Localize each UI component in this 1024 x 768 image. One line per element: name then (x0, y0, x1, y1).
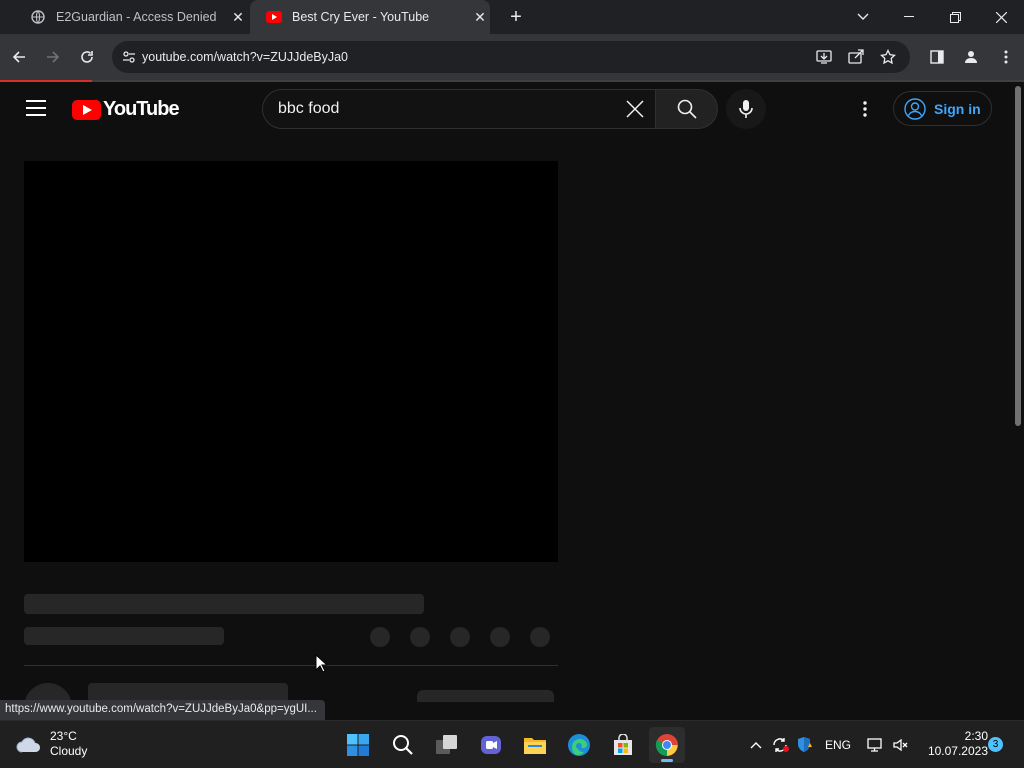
system-clock[interactable]: 2:30 10.07.2023 (916, 729, 988, 759)
clear-search-icon[interactable] (615, 89, 655, 129)
action-placeholder (490, 627, 510, 647)
tab-close-icon[interactable]: ✕ (470, 7, 490, 27)
chrome-icon (655, 734, 678, 756)
channel-placeholder (24, 627, 224, 645)
cloud-icon (16, 737, 41, 753)
store-icon (614, 734, 632, 755)
close-window-button[interactable] (978, 0, 1024, 34)
search-input[interactable]: bbc food (262, 89, 656, 129)
youtube-icon (266, 9, 282, 25)
url-text: youtube.com/watch?v=ZUJJdeByJa0 (142, 50, 349, 64)
sign-in-button[interactable]: Sign in (893, 91, 992, 126)
link-status-bubble: https://www.youtube.com/watch?v=ZUJJdeBy… (0, 700, 325, 720)
search-query: bbc food (278, 100, 340, 117)
windows-logo-icon (347, 734, 369, 756)
tab-strip: E2Guardian - Access Denied ✕ Best Cry Ev… (0, 0, 1024, 34)
address-bar[interactable]: youtube.com/watch?v=ZUJJdeByJa0 (112, 41, 910, 73)
sign-in-label: Sign in (934, 100, 981, 117)
search-button[interactable] (656, 89, 718, 129)
action-placeholder (530, 627, 550, 647)
globe-icon (30, 9, 46, 25)
youtube-page: YouTube bbc food Sign in (0, 82, 1012, 702)
edge-button[interactable] (561, 727, 597, 763)
install-app-icon[interactable] (810, 43, 838, 71)
security-shield-icon[interactable] (794, 731, 816, 759)
action-placeholder (450, 627, 470, 647)
edge-icon (568, 734, 590, 756)
side-panel-icon[interactable] (923, 43, 951, 71)
task-view-button[interactable] (429, 727, 465, 763)
youtube-logo[interactable]: YouTube (72, 98, 180, 121)
file-explorer-button[interactable] (517, 727, 553, 763)
tab-youtube[interactable]: Best Cry Ever - YouTube ✕ (250, 0, 490, 34)
scrollbar-thumb[interactable] (1015, 86, 1021, 426)
chrome-button[interactable] (649, 727, 685, 763)
account-icon (904, 97, 926, 120)
chat-icon (481, 736, 501, 754)
search-icon (677, 99, 697, 119)
youtube-play-icon (72, 99, 101, 120)
action-placeholder (410, 627, 430, 647)
restore-button[interactable] (932, 0, 978, 34)
weather-description: Cloudy (50, 744, 88, 758)
subscribe-placeholder (417, 690, 554, 702)
language-indicator[interactable]: ENG (822, 731, 854, 759)
search-icon (393, 735, 413, 755)
video-player[interactable] (24, 161, 558, 562)
chrome-menu-icon[interactable] (992, 43, 1020, 71)
bookmark-star-icon[interactable] (874, 43, 902, 71)
tab-title: E2Guardian - Access Denied (56, 10, 217, 24)
network-icon[interactable] (864, 731, 886, 759)
start-button[interactable] (340, 727, 376, 763)
weather-temperature: 23°C (50, 729, 77, 743)
forward-button[interactable] (39, 43, 67, 71)
mouse-pointer-icon (315, 653, 329, 678)
clock-date: 10.07.2023 (927, 744, 988, 758)
youtube-wordmark: YouTube (103, 98, 180, 120)
reload-button[interactable] (73, 43, 101, 71)
browser-toolbar: youtube.com/watch?v=ZUJJdeByJa0 (0, 34, 1024, 80)
minimize-button[interactable] (886, 0, 932, 34)
volume-muted-icon[interactable] (890, 731, 912, 759)
tab-title: Best Cry Ever - YouTube (292, 10, 430, 24)
windows-taskbar: 23°C Cloudy ENG 2:30 10.07.2023 3 (0, 720, 1024, 768)
folder-icon (524, 738, 546, 754)
share-icon[interactable] (842, 43, 870, 71)
tab-search-icon[interactable] (840, 0, 886, 34)
guide-menu-icon[interactable] (26, 100, 46, 116)
tab-close-icon[interactable]: ✕ (228, 7, 248, 27)
profile-icon[interactable] (957, 43, 985, 71)
action-placeholder (370, 627, 390, 647)
page-scrollbar[interactable] (1012, 82, 1024, 702)
microphone-icon (739, 100, 753, 118)
divider (24, 665, 558, 666)
weather-widget[interactable]: 23°C Cloudy (16, 729, 87, 759)
teams-chat-button[interactable] (473, 727, 509, 763)
store-button[interactable] (605, 727, 641, 763)
title-placeholder (24, 594, 424, 614)
task-view-icon (436, 735, 457, 754)
new-tab-button[interactable]: + (502, 4, 530, 30)
voice-search-button[interactable] (726, 89, 766, 129)
notification-badge[interactable]: 3 (988, 737, 1003, 752)
show-hidden-icons-button[interactable] (746, 731, 766, 759)
clock-time: 2:30 (964, 729, 988, 743)
tab-e2guardian[interactable]: E2Guardian - Access Denied ✕ (22, 0, 248, 34)
settings-more-icon[interactable] (852, 96, 878, 122)
site-settings-icon[interactable] (122, 50, 136, 64)
sync-alert-icon[interactable] (770, 731, 792, 759)
back-button[interactable] (5, 43, 33, 71)
search-taskbar-button[interactable] (385, 727, 421, 763)
